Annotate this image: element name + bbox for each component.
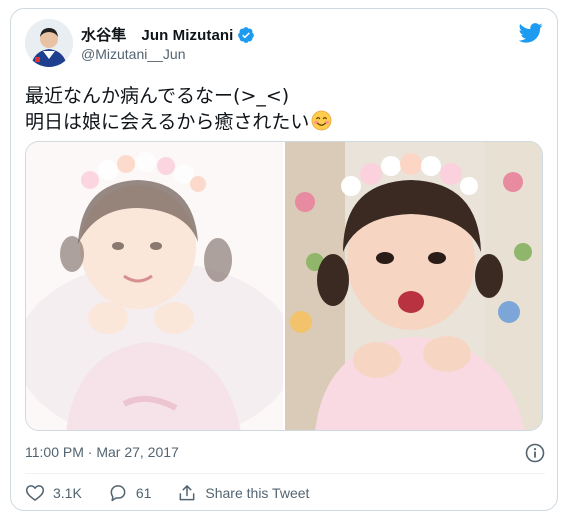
share-button[interactable]: Share this Tweet <box>177 483 309 503</box>
tweet-text: 最近なんか病んでるなー(>_<) 明日は娘に会えるから癒されたい <box>25 83 545 135</box>
reply-count: 61 <box>135 485 152 501</box>
like-button[interactable]: 3.1K <box>25 483 82 503</box>
tweet-photo-2[interactable] <box>285 142 542 430</box>
verified-badge-icon <box>238 26 255 43</box>
tweet-actions: 3.1K 61 Share this Tweet <box>25 482 335 504</box>
tweet-text-line-1: 最近なんか病んでるなー(>_<) <box>25 85 290 107</box>
tweet-timestamp[interactable]: 11:00 PM · Mar 27, 2017 <box>25 444 179 460</box>
heart-icon <box>25 485 45 501</box>
smiling-face-emoji <box>312 110 332 131</box>
like-count: 3.1K <box>53 485 82 501</box>
reply-button[interactable]: 61 <box>108 483 152 503</box>
tweet-text-line-2-text: 明日は娘に会えるから癒されたい <box>25 111 310 133</box>
divider <box>25 473 545 474</box>
tweet-photo-1[interactable] <box>26 142 283 430</box>
tweet-text-line-2: 明日は娘に会えるから癒されたい <box>25 109 545 135</box>
tweet-card: 水谷隼 Jun Mizutani @Mizutani__Jun 最近なんか病んで… <box>10 8 558 511</box>
timestamp-row: 11:00 PM · Mar 27, 2017 <box>25 443 545 463</box>
avatar[interactable] <box>25 19 73 67</box>
author-name-row: 水谷隼 Jun Mizutani <box>81 24 255 45</box>
share-label: Share this Tweet <box>205 485 310 501</box>
tweet-media <box>25 141 543 431</box>
share-upload-icon <box>179 485 195 501</box>
twitter-bird-icon[interactable] <box>519 23 543 43</box>
info-icon[interactable] <box>525 443 545 463</box>
author-handle[interactable]: @Mizutani__Jun <box>81 46 186 62</box>
author-display-name[interactable]: 水谷隼 Jun Mizutani <box>81 24 233 45</box>
speech-bubble-icon <box>110 485 126 502</box>
